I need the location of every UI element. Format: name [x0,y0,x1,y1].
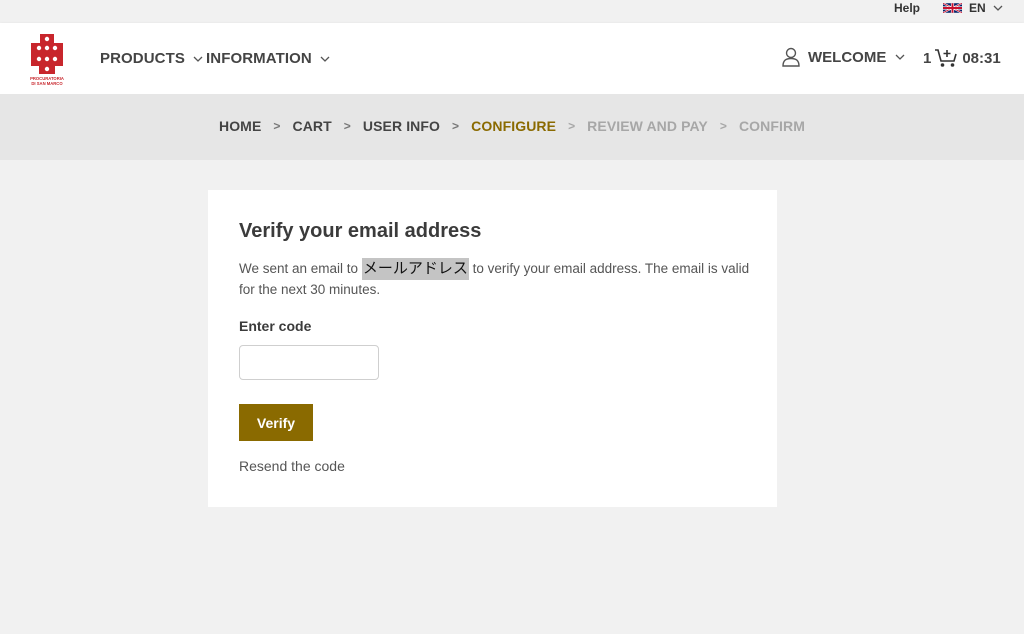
account-menu[interactable]: WELCOME [782,47,905,67]
nav-products-label: PRODUCTS [100,50,185,67]
main-header: PROCURATORIA DI SAN MARCO PRODUCTS INFOR… [0,23,1024,94]
help-link[interactable]: Help [894,1,920,15]
verify-button[interactable]: Verify [239,404,313,441]
code-label: Enter code [239,318,312,334]
cart-timer: 08:31 [962,49,1001,67]
chevron-down-icon [895,54,905,60]
verify-title: Verify your email address [239,220,482,242]
breadcrumb-separator: > [273,119,281,133]
cart-button[interactable]: 1 08:31 [923,48,1001,68]
user-icon [782,47,800,67]
checkout-steps-band: HOME > CART > USER INFO > CONFIGURE > RE… [0,94,1024,160]
cart-plus-icon [935,49,958,67]
desc-prefix: We sent an email to [239,261,362,276]
step-user-info[interactable]: USER INFO [363,118,440,134]
email-address: メールアドレス [361,258,469,280]
step-confirm: CONFIRM [738,118,805,134]
nav-information-label: INFORMATION [206,50,312,67]
welcome-label: WELCOME [808,48,887,66]
breadcrumb-separator: > [568,119,576,133]
step-configure: CONFIGURE [471,118,557,134]
verify-email-card: Verify your email address We sent an ema… [208,190,777,507]
step-cart[interactable]: CART [293,118,332,134]
cart-count: 1 [923,49,932,67]
verify-description: We sent an email to メールアドレス to verify yo… [239,258,754,300]
chevron-down-icon [193,56,203,62]
breadcrumb-separator: > [452,119,460,133]
language-label: EN [969,1,986,15]
breadcrumb-separator: > [719,119,727,133]
language-selector[interactable]: EN [943,0,1003,16]
nav-information[interactable]: INFORMATION [206,50,330,67]
logo-text-line2: DI SAN MARCO [31,81,63,86]
procuratoria-logo[interactable]: PROCURATORIA DI SAN MARCO [28,32,66,88]
step-review-and-pay: REVIEW AND PAY [587,118,708,134]
step-home[interactable]: HOME [219,118,261,134]
nav-products[interactable]: PRODUCTS [100,50,203,67]
breadcrumb: HOME > CART > USER INFO > CONFIGURE > RE… [0,118,1024,134]
chevron-down-icon [993,5,1003,11]
code-input[interactable] [239,345,379,380]
utility-bar: Help EN [0,0,1024,23]
uk-flag-icon [943,2,962,14]
breadcrumb-separator: > [343,119,351,133]
chevron-down-icon [320,56,330,62]
resend-code-link[interactable]: Resend the code [239,458,345,474]
